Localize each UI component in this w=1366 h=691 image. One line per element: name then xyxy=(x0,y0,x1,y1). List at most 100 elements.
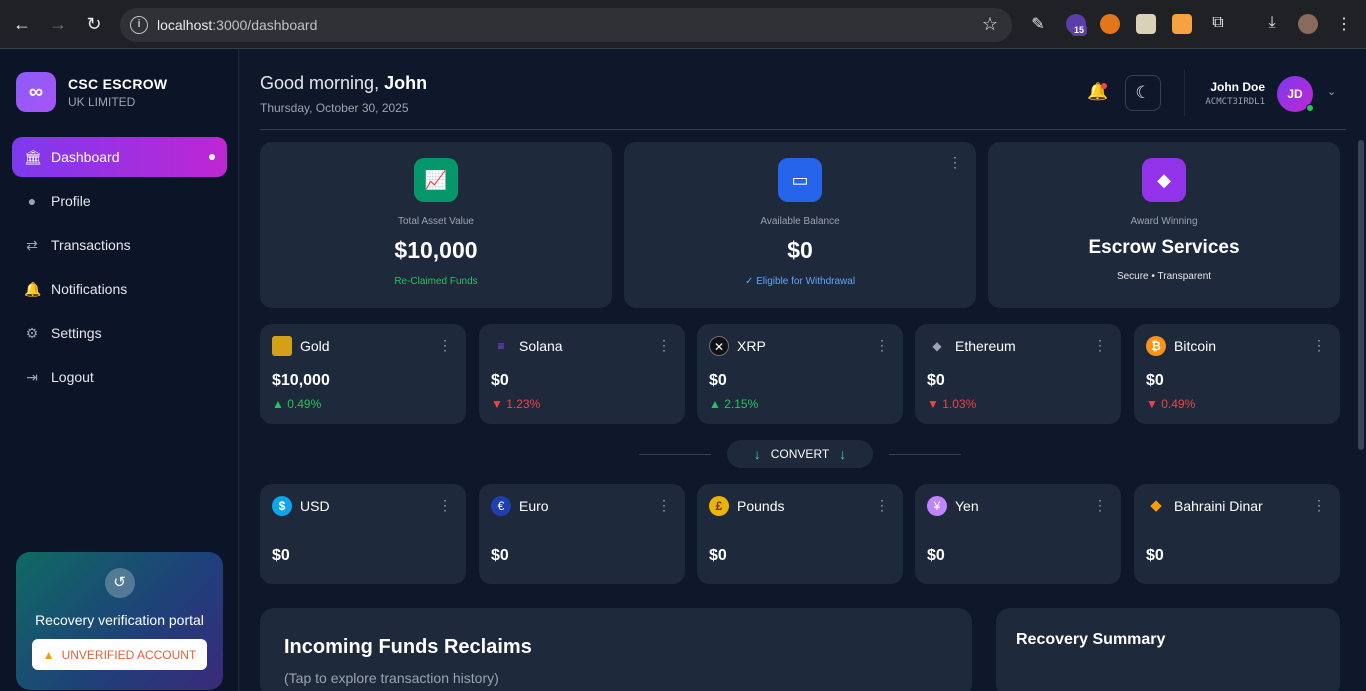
greeting: Good morning, John xyxy=(260,73,428,93)
sidebar-item-dashboard[interactable]: 🏛 Dashboard xyxy=(12,137,227,177)
asset-name: Gold xyxy=(300,338,330,354)
user-name: John Doe xyxy=(1210,80,1265,94)
address-bar[interactable]: i localhost:3000/dashboard ☆ xyxy=(120,8,1012,42)
arrow-down-icon: ↓ xyxy=(839,446,847,462)
diamond-icon: ◆ xyxy=(1142,158,1186,202)
more-options-icon[interactable]: ⋮ xyxy=(1312,337,1326,354)
asset-card-solana[interactable]: ≡ Solana ⋮ $0 ▼ 1.23% xyxy=(479,324,685,424)
fiat-value: $0 xyxy=(927,547,945,564)
fiat-card-bahraini-dinar[interactable]: ◆ Bahraini Dinar ⋮ $0 xyxy=(1134,484,1340,584)
current-date: Thursday, October 30, 2025 xyxy=(260,101,409,115)
metamask-icon[interactable] xyxy=(1100,14,1120,34)
more-options-icon[interactable]: ⋮ xyxy=(948,154,962,171)
xrp-icon: ✕ xyxy=(709,336,729,356)
active-dot xyxy=(209,154,215,160)
brand[interactable]: ∞ CSC ESCROW UK LIMITED xyxy=(16,72,167,112)
more-options-icon[interactable]: ⋮ xyxy=(1093,337,1107,354)
fiat-card-yen[interactable]: ¥ Yen ⋮ $0 xyxy=(915,484,1121,584)
asset-name: Bitcoin xyxy=(1174,338,1217,354)
more-options-icon[interactable]: ⋮ xyxy=(438,497,452,514)
fiat-name: Bahraini Dinar xyxy=(1174,498,1263,514)
forward-icon[interactable]: → xyxy=(46,12,70,36)
more-options-icon[interactable]: ⋮ xyxy=(875,497,889,514)
bookmark-star-icon[interactable]: ☆ xyxy=(982,14,998,35)
wallet-icon: ▭ xyxy=(778,158,822,202)
euro-icon: € xyxy=(491,496,511,516)
reload-icon[interactable]: ↻ xyxy=(82,12,106,36)
convert-divider-left xyxy=(639,454,711,455)
brand-subtitle: UK LIMITED xyxy=(68,94,136,109)
user-menu[interactable]: John Doe ACMCT3IRDL1 JD ⌄ xyxy=(1184,70,1340,116)
eyedropper-icon[interactable]: ✎ xyxy=(1028,14,1048,34)
notes-extension-icon[interactable] xyxy=(1136,14,1156,34)
page-scrollbar[interactable] xyxy=(1358,140,1364,450)
asset-card-gold[interactable]: Gold ⋮ $10,000 ▲ 0.49% xyxy=(260,324,466,424)
fiat-value: $0 xyxy=(491,547,509,564)
convert-divider-right xyxy=(889,454,961,455)
extensions-puzzle-icon[interactable]: ⧉ xyxy=(1208,14,1228,34)
stat-value: $0 xyxy=(787,237,813,263)
sidebar-item-profile[interactable]: ● Profile xyxy=(12,181,227,221)
logout-icon: ⇥ xyxy=(26,369,38,385)
sidebar-item-label: Transactions xyxy=(51,237,131,253)
sidebar-item-transactions[interactable]: ⇄ Transactions xyxy=(12,225,227,265)
more-options-icon[interactable]: ⋮ xyxy=(1312,497,1326,514)
fiat-card-pounds[interactable]: £ Pounds ⋮ $0 xyxy=(697,484,903,584)
stat-card-total-asset: 📈 Total Asset Value $10,000 Re-Claimed F… xyxy=(260,142,612,308)
browser-menu-icon[interactable]: ⋮ xyxy=(1334,14,1354,34)
sidebar-item-label: Notifications xyxy=(51,281,128,297)
sidebar-item-label: Dashboard xyxy=(51,149,120,165)
bitcoin-icon: ₿ xyxy=(1146,336,1166,356)
sidebar-item-logout[interactable]: ⇥ Logout xyxy=(12,357,227,397)
notification-dot xyxy=(1101,83,1107,89)
gem-icon: ◆ xyxy=(1150,497,1162,514)
chart-icon: 📈 xyxy=(414,158,458,202)
more-options-icon[interactable]: ⋮ xyxy=(657,337,671,354)
fiat-name: Euro xyxy=(519,498,549,514)
back-icon[interactable]: ← xyxy=(10,12,34,36)
recovery-title: Recovery verification portal xyxy=(35,612,204,628)
sidebar-item-label: Logout xyxy=(51,369,94,385)
user-icon: ● xyxy=(27,193,37,209)
convert-label: CONVERT xyxy=(770,447,830,461)
asset-change: ▼ 1.23% xyxy=(491,397,541,411)
incoming-reclaims-panel[interactable]: Incoming Funds Reclaims (Tap to explore … xyxy=(260,608,972,691)
stat-label: Award Winning xyxy=(1130,216,1198,227)
fiat-name: Pounds xyxy=(737,498,785,514)
asset-card-ethereum[interactable]: ◆ Ethereum ⋮ $0 ▼ 1.03% xyxy=(915,324,1121,424)
fiat-card-euro[interactable]: € Euro ⋮ $0 xyxy=(479,484,685,584)
asset-card-bitcoin[interactable]: ₿ Bitcoin ⋮ $0 ▼ 0.49% xyxy=(1134,324,1340,424)
asset-change: ▲ 0.49% xyxy=(272,397,322,411)
chevron-down-icon[interactable]: ⌄ xyxy=(1327,85,1336,98)
more-options-icon[interactable]: ⋮ xyxy=(875,337,889,354)
sidebar-item-settings[interactable]: ⚙ Settings xyxy=(12,313,227,353)
asset-value: $10,000 xyxy=(272,372,330,389)
asset-card-xrp[interactable]: ✕ XRP ⋮ $0 ▲ 2.15% xyxy=(697,324,903,424)
asset-value: $0 xyxy=(709,372,727,389)
warning-icon: ▲ xyxy=(42,647,55,662)
site-info-icon[interactable]: i xyxy=(130,16,148,34)
ethereum-icon: ◆ xyxy=(932,339,942,353)
more-options-icon[interactable]: ⋮ xyxy=(1093,497,1107,514)
unverified-account-button[interactable]: ▲ UNVERIFIED ACCOUNT xyxy=(32,639,207,670)
sidebar: ∞ CSC ESCROW UK LIMITED 🏛 Dashboard ● Pr… xyxy=(0,49,239,691)
fiat-name: USD xyxy=(300,498,330,514)
recovery-summary-panel: Recovery Summary xyxy=(996,608,1340,691)
profile-avatar-icon[interactable] xyxy=(1298,14,1318,34)
box-extension-icon[interactable] xyxy=(1172,14,1192,34)
url-text[interactable]: localhost:3000/dashboard xyxy=(157,17,317,33)
theme-toggle-button[interactable]: ☾ xyxy=(1125,75,1161,111)
download-icon[interactable]: ⤓ xyxy=(1262,14,1282,34)
gear-icon: ⚙ xyxy=(25,325,39,341)
convert-button[interactable]: ↓ CONVERT ↓ xyxy=(727,440,873,468)
sidebar-item-notifications[interactable]: 🔔 Notifications xyxy=(12,269,227,309)
more-options-icon[interactable]: ⋮ xyxy=(438,337,452,354)
stat-subtext: Re-Claimed Funds xyxy=(394,276,478,287)
stat-value: $10,000 xyxy=(394,237,478,263)
fiat-value: $0 xyxy=(272,547,290,564)
fiat-card-usd[interactable]: $ USD ⋮ $0 xyxy=(260,484,466,584)
stat-label: Total Asset Value xyxy=(398,216,474,227)
more-options-icon[interactable]: ⋮ xyxy=(657,497,671,514)
fiat-name: Yen xyxy=(955,498,979,514)
asset-value: $0 xyxy=(491,372,509,389)
